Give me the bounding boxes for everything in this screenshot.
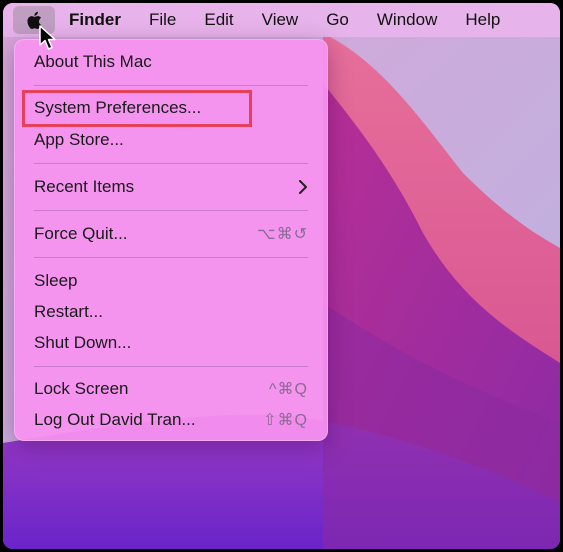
menu-item-label: About This Mac [34, 52, 152, 71]
menu-item-system-preferences[interactable]: System Preferences... [34, 95, 308, 121]
menu-item-log-out[interactable]: Log Out David Tran... ⇧⌘Q [34, 407, 308, 433]
menu-separator [34, 257, 308, 258]
menubar-file[interactable]: File [135, 3, 190, 37]
menubar-go[interactable]: Go [312, 3, 363, 37]
menu-item-label: Recent Items [34, 177, 135, 196]
keyboard-shortcut: ⇧⌘Q [263, 412, 308, 429]
menu-separator [34, 163, 308, 164]
menu-item-force-quit[interactable]: Force Quit... ⌥⌘↺ [34, 221, 308, 247]
menu-item-label: Sleep [34, 271, 78, 290]
menubar-view[interactable]: View [248, 3, 313, 37]
menubar-help[interactable]: Help [451, 3, 514, 37]
menu-item-label: System Preferences... [34, 98, 202, 117]
menu-item-sleep[interactable]: Sleep [34, 268, 308, 294]
menu-separator [34, 366, 308, 367]
menu-item-label: Shut Down... [34, 333, 132, 352]
chevron-right-icon [299, 180, 307, 194]
menu-item-about-this-mac[interactable]: About This Mac [34, 49, 308, 75]
apple-dropdown-menu: About This Mac System Preferences... App… [14, 39, 328, 441]
menu-item-label: App Store... [34, 130, 124, 149]
menu-item-app-store[interactable]: App Store... [34, 127, 308, 153]
menubar-finder[interactable]: Finder [55, 3, 135, 37]
menu-separator [34, 85, 308, 86]
desktop: Finder File Edit View Go Window Help Abo… [3, 3, 560, 549]
menu-item-lock-screen[interactable]: Lock Screen ^⌘Q [34, 376, 308, 402]
menubar-edit[interactable]: Edit [190, 3, 247, 37]
menu-item-label: Log Out David Tran... [34, 410, 196, 429]
menu-item-shut-down[interactable]: Shut Down... [34, 330, 308, 356]
keyboard-shortcut: ⌥⌘↺ [257, 226, 308, 243]
menu-bar: Finder File Edit View Go Window Help [3, 3, 560, 37]
menu-item-label: Force Quit... [34, 224, 128, 243]
menubar-window[interactable]: Window [363, 3, 451, 37]
menu-item-label: Lock Screen [34, 379, 129, 398]
keyboard-shortcut: ^⌘Q [269, 381, 308, 398]
menu-item-restart[interactable]: Restart... [34, 299, 308, 325]
mouse-pointer-icon [39, 25, 56, 50]
menu-item-label: Restart... [34, 302, 103, 321]
menu-item-recent-items[interactable]: Recent Items [34, 174, 308, 200]
menu-separator [34, 210, 308, 211]
